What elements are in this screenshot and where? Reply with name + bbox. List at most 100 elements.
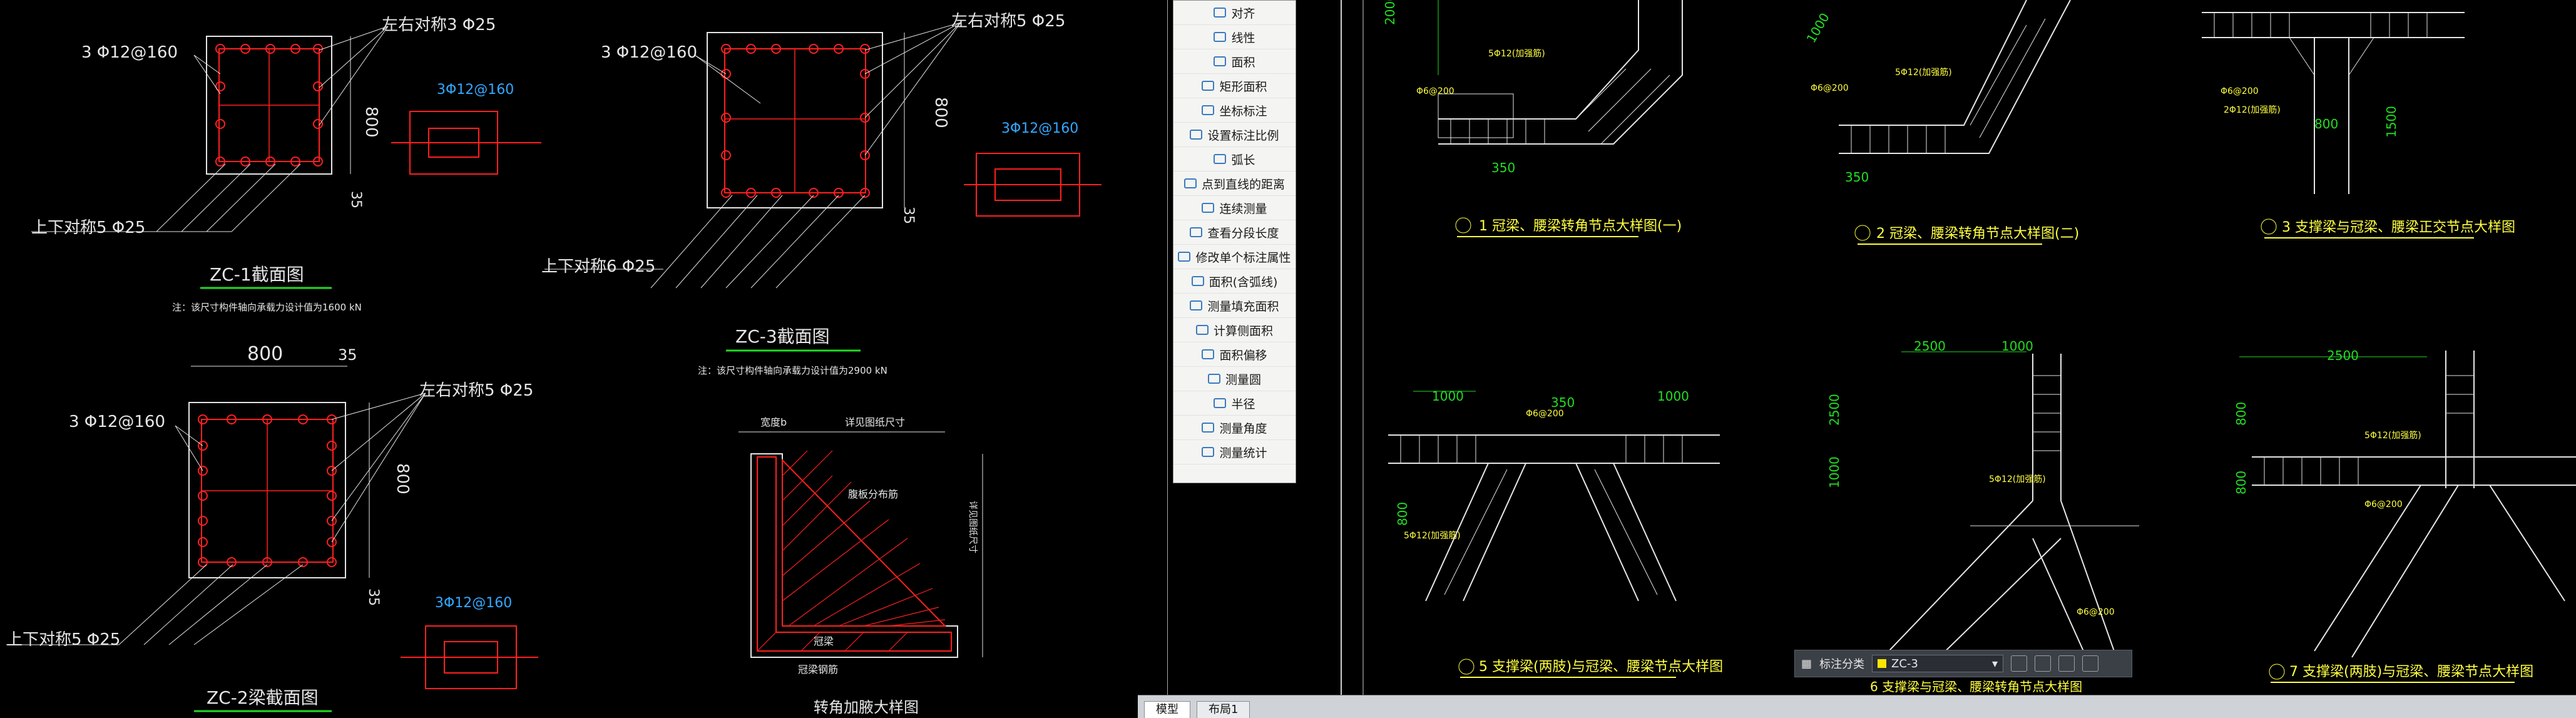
zc1-detail-label: 3Φ12@160 [437,82,514,98]
zc2-title: ZC-2梁截面图 [207,687,319,708]
menu-item-rect-area[interactable]: 矩形面积 [1173,74,1296,98]
zc1-dim-cover: 35 [348,191,364,208]
zc1-section: 800 35 左右对称3 Φ25 3 Φ12@160 上下对称5 Φ25 3Φ1… [31,16,541,313]
zc2-bottom-note: 上下对称5 Φ25 [6,630,120,649]
zc3-dim-cover: 35 [901,207,916,224]
menu-item-hatch-area[interactable]: 测量填充面积 [1173,294,1296,318]
menu-item-area-arc[interactable]: 面积(含弧线) [1173,269,1296,294]
annotation-toolbar: ▦ 标注分类 ZC-3 ▾ [1794,650,2132,677]
menu-item-scale[interactable]: 设置标注比例 [1173,123,1296,147]
d3-label: 2Φ12(加强筋) [2224,105,2281,115]
zc1-top-note: 左右对称3 Φ25 [382,16,496,34]
move-icon[interactable] [2035,655,2052,672]
radius-icon [1214,398,1227,408]
measure-menu: 对齐 线性 面积 矩形面积 坐标标注 设置标注比例 弧长 点到直线的距离 连续测… [1173,0,1296,483]
tab-layout1[interactable]: 布局1 [1197,701,1250,718]
offset-icon [1202,349,1215,359]
menu-item-circle[interactable]: 测量圆 [1173,367,1296,391]
d1-dim-0: 2000 [1383,0,1398,25]
d3-label-2: Φ6@200 [2221,86,2259,96]
zc3-dim-side: 800 [931,97,950,128]
d5-label-2: Φ6@200 [1526,409,1564,419]
detail-1: 2000 350 5Φ12(加强筋) Φ6@200 1 冠梁、腰梁转角节点大样图… [1383,0,1683,237]
d7-dim-0: 2500 [2327,348,2359,363]
tab-model[interactable]: 模型 [1144,701,1190,718]
stats-icon [1202,447,1215,457]
zc2-section: 800 800 35 35 左右对称5 Φ25 3 Φ12@160 上下对称5 … [6,343,538,712]
menu-item-segment[interactable]: 查看分段长度 [1173,220,1296,245]
d6-dim-3: 1000 [1827,456,1842,488]
d5-dim-0: 1000 [1432,389,1464,404]
d7-title: 7 支撑梁(两肢)与冠梁、腰梁节点大样图 [2289,664,2533,680]
zc3-title: ZC-3截面图 [735,326,830,347]
edit-dim-icon [1178,252,1191,262]
annotation-category-value: ZC-3 [1891,657,1918,670]
d6-label-2: Φ6@200 [2077,607,2115,617]
d1-label-2: Φ6@200 [1416,86,1454,96]
copy-icon[interactable] [2058,655,2075,672]
menu-item-angle[interactable]: 测量角度 [1173,416,1296,440]
zc1-bottom-note: 上下对称5 Φ25 [31,218,145,237]
zc3-section: 800 35 左右对称5 Φ25 3 Φ12@160 上下对称6 Φ25 3Φ1… [541,12,1101,376]
d1-title: 1 冠梁、腰梁转角节点大样图(一) [1479,218,1682,234]
zc1-side-note: 3 Φ12@160 [81,43,178,62]
d3-title: 3 支撑梁与冠梁、腰梁正交节点大样图 [2282,220,2515,235]
menu-item-continuous[interactable]: 连续测量 [1173,196,1296,220]
menu-item-side-area[interactable]: 计算侧面积 [1173,318,1296,342]
scale-icon [1190,130,1203,140]
zc3-top-note: 左右对称5 Φ25 [951,12,1065,31]
align-icon [1214,8,1227,18]
menu-item-linear[interactable]: 线性 [1173,25,1296,49]
d7-label: 5Φ12(加强筋) [2364,430,2421,441]
menu-item-area[interactable]: 面积 [1173,49,1296,74]
d6-label: 5Φ12(加强筋) [1989,474,2046,485]
d2-label: 5Φ12(加强筋) [1895,67,1952,78]
menu-item-arc[interactable]: 弧长 [1173,147,1296,172]
chevron-down-icon: ▾ [1991,657,1998,670]
grid-icon[interactable]: ▦ [1801,657,1812,670]
zc1-title: ZC-1截面图 [210,264,304,285]
d5-label: 5Φ12(加强筋) [1404,530,1461,541]
menu-item-edit-dim[interactable]: 修改单个标注属性 [1173,245,1296,269]
d7-dim-1: 800 [2234,402,2249,426]
detail-3: 800 1500 2Φ12(加强筋) Φ6@200 3 支撑梁与冠梁、腰梁正交节… [2202,12,2515,238]
zc2-dim-side: 800 [393,463,412,495]
arc-icon [1214,154,1227,164]
coordinate-icon [1202,105,1215,115]
point-line-icon [1183,178,1197,188]
segment-icon [1190,227,1203,237]
cad-drawing-right[interactable]: 2000 350 5Φ12(加强筋) Φ6@200 1 冠梁、腰梁转角节点大样图… [1138,0,2576,717]
color-swatch [1878,659,1887,668]
zc1-note: 注：该尺寸构件轴向承载力设计值为1600 kN [172,302,362,313]
detail-2: 1000 350 5Φ12(加强筋) Φ6@200 2 冠梁、腰梁转角节点大样图… [1804,0,2079,245]
hatch-icon [1190,300,1203,310]
menu-item-point-line[interactable]: 点到直线的距离 [1173,172,1296,196]
menu-item-radius[interactable]: 半径 [1173,391,1296,416]
linear-icon [1214,32,1227,42]
corner-label-strut: 冠梁钢筋 [798,664,838,675]
d1-label: 5Φ12(加强筋) [1488,48,1545,59]
edit-icon[interactable] [2011,655,2028,672]
detail-6: 2500 1000 2500 1000 5Φ12(加强筋) Φ6@200 6 支… [1827,339,2139,694]
detail-7: 2500 800 800 5Φ12(加强筋) Φ6@200 7 支撑梁(两肢)与… [2234,348,2576,683]
d1-dim-1: 350 [1491,160,1515,175]
menu-item-area-offset[interactable]: 面积偏移 [1173,342,1296,367]
zc2-detail-label: 3Φ12@160 [435,595,512,611]
zc3-side-note: 3 Φ12@160 [601,43,697,62]
zc3-note: 注：该尺寸构件轴向承载力设计值为2900 kN [698,365,887,376]
d6-title: 6 支撑梁与冠梁、腰梁转角节点大样图 [1870,679,2082,694]
d6-dim-1: 1000 [2001,339,2033,354]
export-icon[interactable] [2082,655,2099,672]
zc1-dim-side: 800 [362,106,381,138]
zc2-dim-cover: 35 [365,588,381,606]
d6-dim-0: 2500 [1914,339,1946,354]
menu-item-stats[interactable]: 测量统计 [1173,440,1296,464]
d5-dim-1: 350 [1551,395,1575,410]
corner-dim-a: 宽度b [760,416,787,428]
d2-dim-0: 1000 [1804,10,1832,45]
menu-item-align[interactable]: 对齐 [1173,1,1296,25]
cad-drawing-left[interactable]: 800 35 左右对称3 Φ25 3 Φ12@160 上下对称5 Φ25 3Φ1… [0,0,1138,717]
circle-icon [1207,374,1220,384]
menu-item-coord[interactable]: 坐标标注 [1173,98,1296,123]
annotation-category-select[interactable]: ZC-3 ▾ [1872,655,2004,672]
